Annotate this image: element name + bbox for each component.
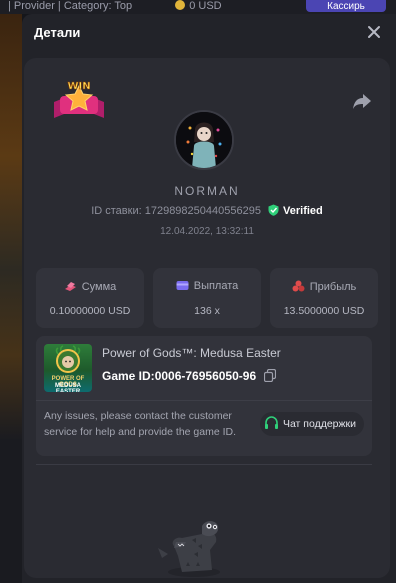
details-modal: Детали WIN NORMAN ID ставки: 17298982504… <box>22 14 396 583</box>
bet-date: 12.04.2022, 13:32:11 <box>160 226 254 237</box>
stat-profit: Прибыль 13.5000000 USD <box>270 268 378 328</box>
stat-payout-value: 136 x <box>194 305 220 317</box>
modal-title: Детали <box>34 25 81 40</box>
modal-header: Детали <box>22 14 396 52</box>
share-icon[interactable] <box>352 92 372 110</box>
avatar <box>174 110 234 170</box>
stat-amount-value: 0.10000000 USD <box>49 305 131 317</box>
bet-id-row: ID ставки: 1729898250440556295 Verified <box>24 204 390 217</box>
support-chat-button[interactable]: Чат поддержки <box>259 412 364 436</box>
verified-label: Verified <box>283 205 323 217</box>
support-text: Any issues, please contact the customer … <box>44 410 237 438</box>
coins-icon <box>64 282 76 291</box>
wallet-icon <box>176 281 189 290</box>
game-info-box: POWER OF GODS MEDUSA EASTER Power of God… <box>36 336 372 456</box>
headset-icon <box>264 416 278 429</box>
bet-card: WIN NORMAN ID ставки: 172989825044055629… <box>24 58 390 578</box>
divider <box>36 400 372 401</box>
avatar-image <box>176 112 232 168</box>
background-breadcrumb: | Provider | Category: Top <box>8 0 133 12</box>
bet-id-value: 1729898250440556295 <box>144 205 261 217</box>
stat-payout: Выплата 136 x <box>153 268 261 328</box>
username: NORMAN <box>174 184 240 198</box>
verified-shield-icon <box>268 204 279 216</box>
profit-icon <box>292 280 305 292</box>
game-id-row: Game ID:0006-76956050-96 <box>102 369 277 383</box>
bet-id-label: ID ставки: <box>91 205 142 217</box>
support-chat-label: Чат поддержки <box>282 418 356 430</box>
win-badge-text: WIN <box>67 81 90 92</box>
game-title[interactable]: Power of Gods™: Medusa Easter <box>102 346 281 360</box>
close-icon[interactable] <box>366 24 382 40</box>
win-badge-icon: WIN <box>54 81 104 118</box>
background-game-strip <box>0 14 22 583</box>
background-cashier-button[interactable]: Кассирь <box>306 0 386 12</box>
stat-payout-label: Выплата <box>193 280 239 292</box>
divider <box>36 464 372 465</box>
stat-amount: Сумма 0.10000000 USD <box>36 268 144 328</box>
thumb-title-2: MEDUSA EASTER <box>54 383 81 392</box>
game-id-label: Game ID: <box>102 369 155 383</box>
game-id-value: 0006-76956050-96 <box>154 369 257 383</box>
stat-profit-value: 13.5000000 USD <box>283 305 365 317</box>
crocodile-mascot-icon <box>158 521 220 577</box>
copy-icon[interactable] <box>264 369 277 382</box>
background-topbar: | Provider | Category: Top 0 USD Кассирь <box>0 0 396 14</box>
background-balance: 0 USD <box>189 0 222 12</box>
game-thumbnail[interactable]: POWER OF GODS MEDUSA EASTER <box>44 344 92 392</box>
stat-profit-label: Прибыль <box>309 281 357 293</box>
stat-amount-label: Сумма <box>81 281 117 293</box>
coin-icon <box>175 0 186 10</box>
